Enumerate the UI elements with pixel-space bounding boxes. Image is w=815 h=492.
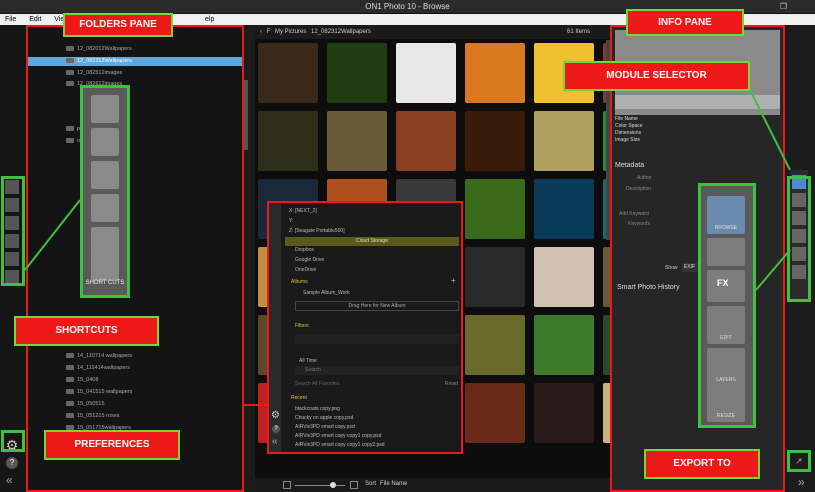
module-connector [749,89,791,171]
shortcuts-connector [24,199,81,271]
connector-lines [24,89,791,406]
module-connector2 [755,249,791,291]
